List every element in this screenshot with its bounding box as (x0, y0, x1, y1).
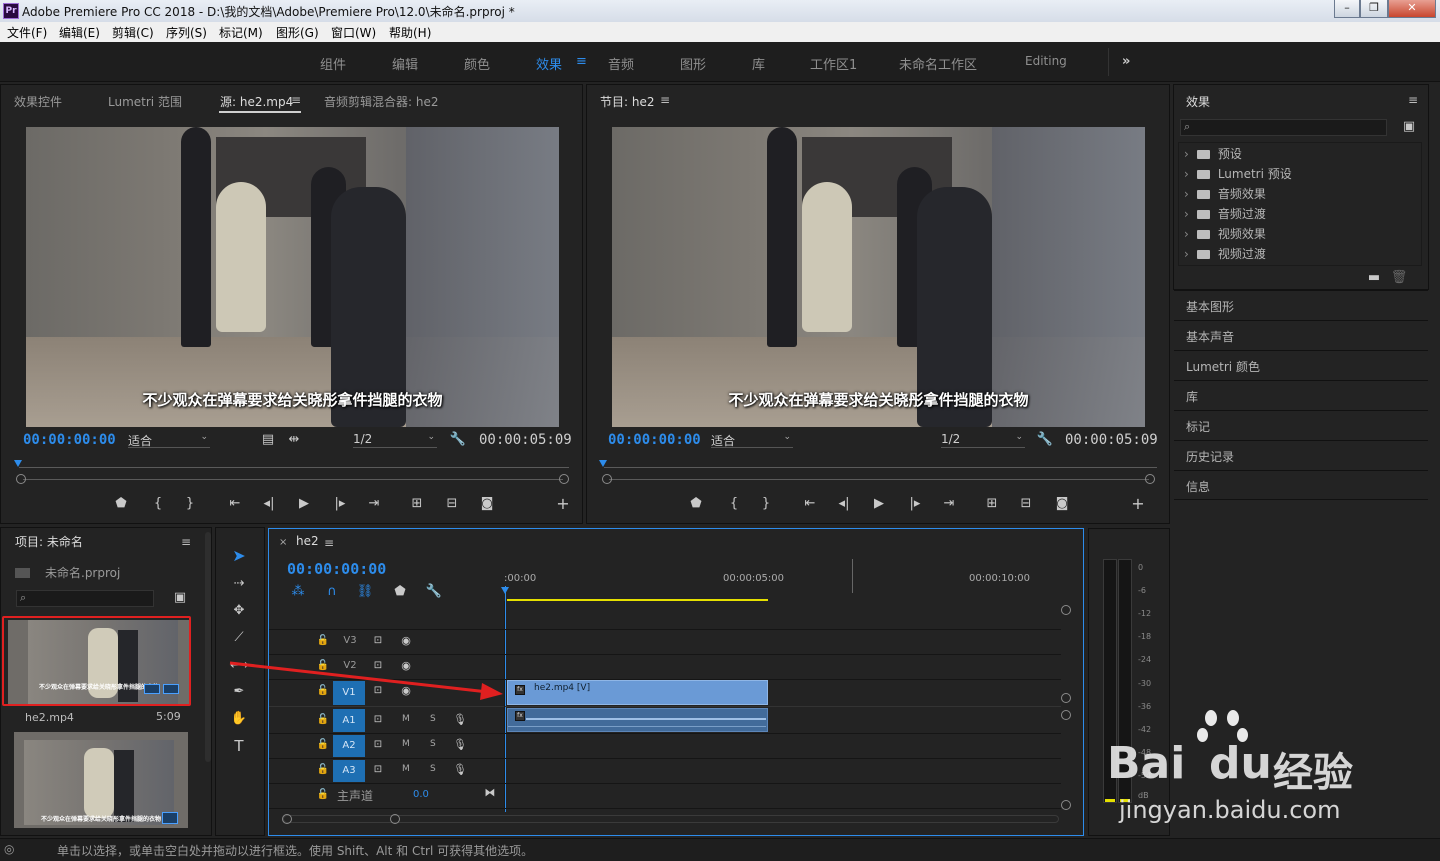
baidu-watermark: Bai du 经验 jingyan.baidu.com (1105, 700, 1440, 835)
watermark-cn: 经验 (1273, 750, 1353, 796)
status-text: 单击以选择，或单击空白处并拖动以进行框选。使用 Shift、Alt 和 Ctrl… (57, 844, 534, 858)
watermark-url: jingyan.baidu.com (1119, 796, 1341, 824)
watermark-brand-du: du (1209, 738, 1272, 789)
status-icon: ◎ (4, 842, 15, 856)
watermark-brand: Bai (1107, 738, 1186, 789)
status-bar: ◎ 单击以选择，或单击空白处并拖动以进行框选。使用 Shift、Alt 和 Ct… (0, 838, 1440, 861)
